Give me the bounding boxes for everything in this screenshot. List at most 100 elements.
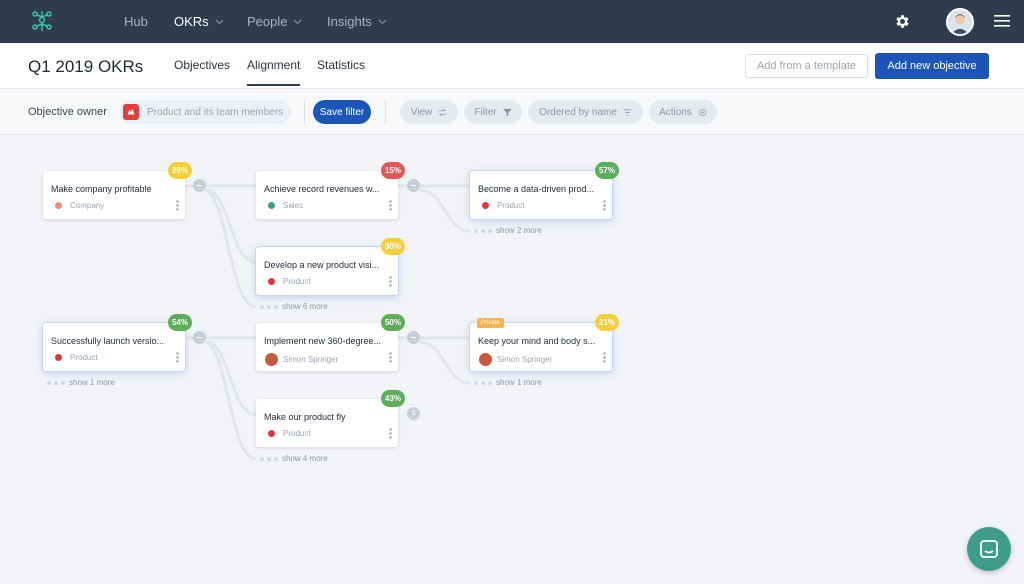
collapse-toggle[interactable]: [407, 331, 420, 344]
objective-title: Keep your mind and body s...: [478, 336, 596, 346]
more-options-icon[interactable]: [389, 200, 392, 211]
progress-badge: 54%: [167, 314, 192, 331]
progress-badge: 30%: [380, 238, 405, 255]
objective-owner: Product: [55, 353, 98, 362]
filter-label: Filter: [474, 106, 497, 118]
owner-color-dot: [55, 202, 62, 209]
show-more-link[interactable]: show 2 more: [474, 226, 542, 235]
objective-owner-select[interactable]: Product and its team members: [119, 100, 291, 124]
filter-button[interactable]: Filter: [464, 100, 522, 124]
objective-owner: Product: [482, 201, 525, 210]
divider: [304, 100, 305, 124]
more-options-icon[interactable]: [603, 200, 606, 211]
dots-icon: [474, 228, 492, 233]
more-options-icon[interactable]: [176, 352, 179, 363]
view-button[interactable]: View: [400, 100, 458, 124]
progress-badge: 15%: [380, 162, 405, 179]
owner-color-dot: [55, 354, 62, 361]
objective-owner: Sales: [268, 201, 303, 210]
objective-owner: Company: [55, 201, 104, 210]
funnel-icon: [503, 108, 512, 116]
objective-card[interactable]: Develop a new product visi... Product 30…: [256, 238, 405, 295]
chat-launcher-button[interactable]: [967, 527, 1011, 571]
order-by-button[interactable]: Ordered by name: [528, 100, 643, 124]
objective-owner-label: Objective owner: [28, 106, 107, 118]
more-options-icon[interactable]: [603, 352, 606, 363]
progress-badge: 57%: [594, 162, 619, 179]
owner-color-dot: [268, 278, 275, 285]
view-label: View: [410, 106, 433, 118]
objective-card[interactable]: Achieve record revenues w... Sales 15%: [256, 162, 405, 219]
tab-alignment[interactable]: Alignment: [247, 58, 301, 86]
objective-title: Achieve record revenues w...: [264, 184, 380, 194]
collapse-toggle[interactable]: [407, 179, 420, 192]
child-count-toggle[interactable]: 3: [407, 407, 420, 420]
progress-badge: 50%: [380, 314, 405, 331]
page-header: Q1 2019 OKRs Objectives Alignment Statis…: [0, 43, 1024, 89]
chevron-down-icon: [215, 19, 224, 24]
objective-title: Make company profitable: [51, 184, 152, 194]
show-more-label: show 1 more: [69, 378, 115, 387]
owner-color-dot: [268, 430, 275, 437]
collapse-toggle[interactable]: [193, 179, 206, 192]
owner-name: Product: [283, 429, 311, 438]
save-filter-button[interactable]: Save filter: [313, 100, 371, 124]
add-from-template-button[interactable]: Add from a template: [745, 54, 868, 78]
objective-title: Implement new 360-degree...: [264, 336, 382, 346]
tab-statistics[interactable]: Statistics: [317, 58, 365, 84]
dots-icon: [260, 304, 278, 309]
show-more-link[interactable]: show 4 more: [260, 454, 328, 463]
okr-tree-logo[interactable]: [31, 9, 53, 33]
objective-card[interactable]: Private Keep your mind and body s... Sim…: [470, 314, 619, 371]
show-more-link[interactable]: show 1 more: [47, 378, 115, 387]
nav-people[interactable]: People: [247, 14, 302, 29]
show-more-link[interactable]: show 1 more: [474, 378, 542, 387]
owner-name: Product: [497, 201, 525, 210]
owner-name: Simon Springer: [283, 355, 339, 364]
chat-icon: [980, 540, 998, 558]
chevron-down-icon: [294, 19, 302, 24]
actions-icon: [698, 108, 706, 116]
page-title: Q1 2019 OKRs: [28, 57, 144, 76]
hamburger-icon[interactable]: [994, 14, 1010, 28]
nav-insights[interactable]: Insights: [327, 14, 387, 29]
dots-icon: [260, 456, 278, 461]
objective-card[interactable]: Implement new 360-degree... Simon Spring…: [256, 314, 405, 371]
actions-label: Actions: [659, 106, 692, 118]
actions-button[interactable]: Actions: [649, 100, 717, 124]
owner-name: Sales: [283, 201, 304, 210]
gear-icon[interactable]: [894, 13, 911, 30]
show-more-link[interactable]: show 6 more: [260, 302, 328, 311]
objective-card[interactable]: Make our product fly Product 43%: [256, 390, 405, 447]
objective-title: Develop a new product visi...: [264, 260, 380, 270]
user-avatar[interactable]: [946, 8, 974, 36]
team-icon: [123, 104, 139, 120]
nav-people-label: People: [247, 14, 288, 29]
dots-icon: [474, 380, 492, 385]
objective-card[interactable]: Successfully launch versio... Product 54…: [43, 314, 192, 371]
more-options-icon[interactable]: [389, 352, 392, 363]
owner-name: Product: [70, 353, 98, 362]
nav-hub[interactable]: Hub: [124, 14, 148, 29]
more-options-icon[interactable]: [389, 276, 392, 287]
divider: [385, 100, 386, 124]
objective-title: Become a data-driven prod...: [478, 184, 595, 194]
show-more-label: show 4 more: [282, 454, 328, 463]
owner-name: Product: [283, 277, 311, 286]
objective-card[interactable]: Make company profitable Company 29%: [43, 162, 192, 219]
objective-title: Successfully launch versio...: [51, 336, 165, 346]
more-options-icon[interactable]: [176, 200, 179, 211]
objective-owner: Simon Springer: [265, 353, 339, 366]
order-by-label: Ordered by name: [539, 106, 617, 118]
collapse-toggle[interactable]: [193, 331, 206, 344]
nav-okrs-label: OKRs: [174, 14, 209, 29]
objective-owner-value: Product and its team members: [147, 106, 284, 118]
objective-title: Make our product fly: [264, 412, 346, 422]
owner-avatar: [479, 353, 492, 366]
tab-objectives[interactable]: Objectives: [174, 58, 230, 84]
objective-card[interactable]: Become a data-driven prod... Product 57%: [470, 162, 619, 219]
nav-okrs[interactable]: OKRs: [174, 14, 224, 29]
progress-badge: 43%: [380, 390, 405, 407]
add-new-objective-button[interactable]: Add new objective: [875, 53, 989, 79]
more-options-icon[interactable]: [389, 428, 392, 439]
